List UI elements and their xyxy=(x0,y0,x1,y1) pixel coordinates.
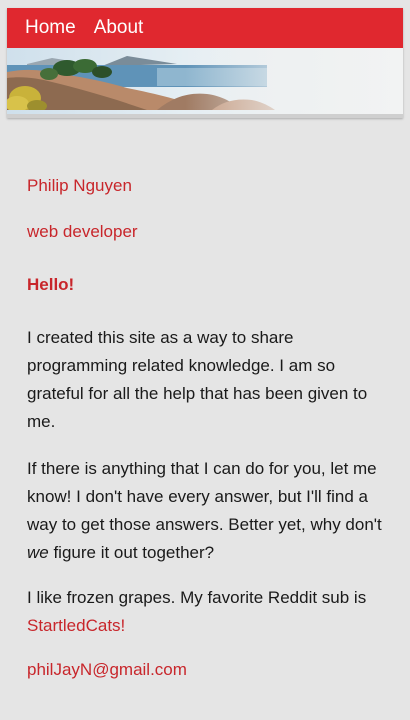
header-banner-image xyxy=(7,48,403,118)
author-name: Philip Nguyen xyxy=(27,176,132,195)
email-link[interactable]: philJayN@gmail.com xyxy=(27,660,187,680)
top-nav: Home About xyxy=(7,8,403,48)
help-paragraph-text-end: figure it out together? xyxy=(48,543,215,562)
author-role: web developer xyxy=(27,222,138,241)
nav-about-link[interactable]: About xyxy=(76,8,144,48)
reddit-sub-link[interactable]: StartledCats! xyxy=(27,616,125,635)
help-paragraph: If there is anything that I can do for y… xyxy=(27,455,387,567)
help-paragraph-emphasis: we xyxy=(27,543,49,562)
help-paragraph-text-start: If there is anything that I can do for y… xyxy=(27,459,382,534)
site-header: Home About xyxy=(7,8,403,118)
fun-fact-paragraph: I like frozen grapes. My favorite Reddit… xyxy=(27,584,387,640)
intro-paragraph: I created this site as a way to share pr… xyxy=(27,328,368,431)
greeting-heading: Hello! xyxy=(27,275,75,294)
fun-fact-text: I like frozen grapes. My favorite Reddit… xyxy=(27,588,367,607)
coastal-landscape-illustration xyxy=(7,48,403,110)
nav-home-link[interactable]: Home xyxy=(7,8,76,48)
